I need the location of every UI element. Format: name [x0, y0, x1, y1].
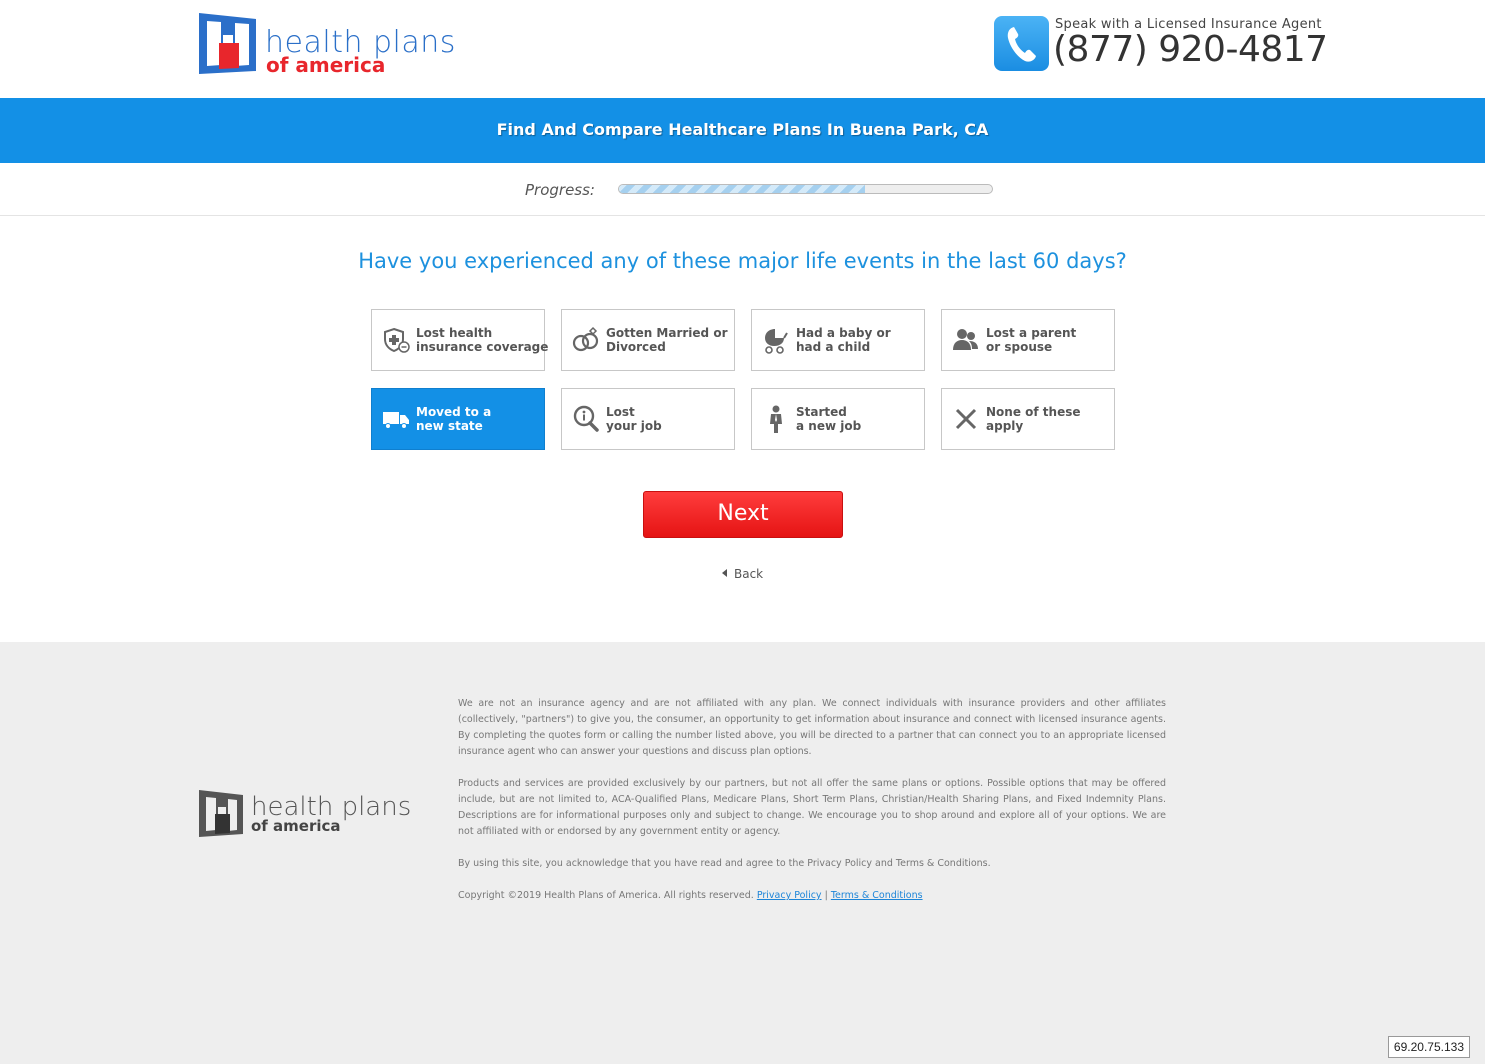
option-line2: your job [606, 419, 662, 433]
option-line1: Gotten Married or [606, 326, 728, 340]
copyright-line: Copyright ©2019 Health Plans of America.… [458, 888, 1166, 904]
footer-logo: health plans of america [199, 790, 419, 840]
title-banner: Find And Compare Healthcare Plans In Bue… [0, 98, 1485, 163]
agent-contact: Speak with a Licensed Insurance Agent (8… [994, 15, 1328, 71]
option-line2: insurance coverage [416, 340, 549, 354]
option-line1: Lost a parent [986, 326, 1077, 340]
progress-bar [618, 184, 993, 194]
option-married-divorced[interactable]: Gotten Married or Divorced [561, 309, 735, 371]
ip-address-badge: 69.20.75.133 [1387, 1036, 1470, 1058]
option-line1: Lost [606, 405, 635, 419]
phone-icon[interactable] [994, 16, 1049, 71]
option-moved-state[interactable]: Moved to a new state [371, 388, 545, 450]
footer-disclaimer: We are not an insurance agency and are n… [458, 696, 1166, 920]
back-link[interactable]: Back [722, 567, 763, 581]
footer-logo-text-of-america: of america [251, 817, 341, 835]
magnifier-info-icon [573, 405, 599, 432]
option-line2: had a child [796, 340, 871, 354]
site-header: health plans of america Speak with a Lic… [0, 0, 1485, 98]
option-line2: or spouse [986, 340, 1053, 354]
option-line1: Had a baby or [796, 326, 891, 340]
site-footer: health plans of america We are not an in… [0, 642, 1485, 1064]
rings-icon [572, 326, 599, 352]
disclaimer-paragraph-1: We are not an insurance agency and are n… [458, 698, 1166, 757]
progress-fill [619, 185, 866, 193]
caret-left-icon [722, 569, 727, 577]
option-lost-parent-spouse[interactable]: Lost a parent or spouse [941, 309, 1115, 371]
option-lost-health-coverage[interactable]: Lost health insurance coverage [371, 309, 549, 371]
terms-conditions-link[interactable]: Terms & Conditions [831, 890, 923, 901]
link-separator: | [824, 890, 828, 901]
option-line2: a new job [796, 419, 862, 433]
option-none[interactable]: None of these apply [941, 388, 1115, 450]
businessman-icon [770, 405, 782, 433]
next-button[interactable]: Next [643, 491, 843, 538]
option-started-job[interactable]: Started a new job [751, 388, 925, 450]
option-line1: Started [796, 405, 847, 419]
option-line1: Lost health [416, 326, 493, 340]
option-line2: Divorced [606, 340, 666, 354]
baby-carriage-icon [765, 329, 788, 354]
people-icon [953, 329, 978, 350]
option-line1: None of these [986, 405, 1081, 419]
disclaimer-paragraph-3: By using this site, you acknowledge that… [458, 858, 991, 869]
option-line2: new state [416, 419, 483, 433]
hpa-logo-mark-icon [199, 13, 256, 74]
option-line2: apply [986, 419, 1024, 433]
page-title: Find And Compare Healthcare Plans In Bue… [496, 120, 989, 139]
hpa-logo-mark-gray-icon [199, 790, 243, 837]
shield-medical-icon [384, 327, 410, 353]
site-logo[interactable]: health plans of america [199, 13, 479, 77]
privacy-policy-link[interactable]: Privacy Policy [757, 890, 822, 901]
option-lost-job[interactable]: Lost your job [561, 388, 735, 450]
progress-section: Progress: [0, 163, 1485, 216]
copyright-text: Copyright ©2019 Health Plans of America.… [458, 890, 754, 901]
question-heading: Have you experienced any of these major … [358, 249, 1127, 273]
back-label: Back [734, 567, 764, 581]
option-line1: Moved to a [416, 405, 492, 419]
option-had-baby[interactable]: Had a baby or had a child [751, 309, 925, 371]
moving-truck-icon [383, 412, 409, 429]
progress-label: Progress: [525, 181, 595, 199]
disclaimer-paragraph-2: Products and services are provided exclu… [458, 778, 1166, 837]
phone-number[interactable]: (877) 920-4817 [1053, 29, 1328, 70]
logo-text-of-america: of america [266, 53, 386, 77]
x-icon [955, 408, 977, 430]
